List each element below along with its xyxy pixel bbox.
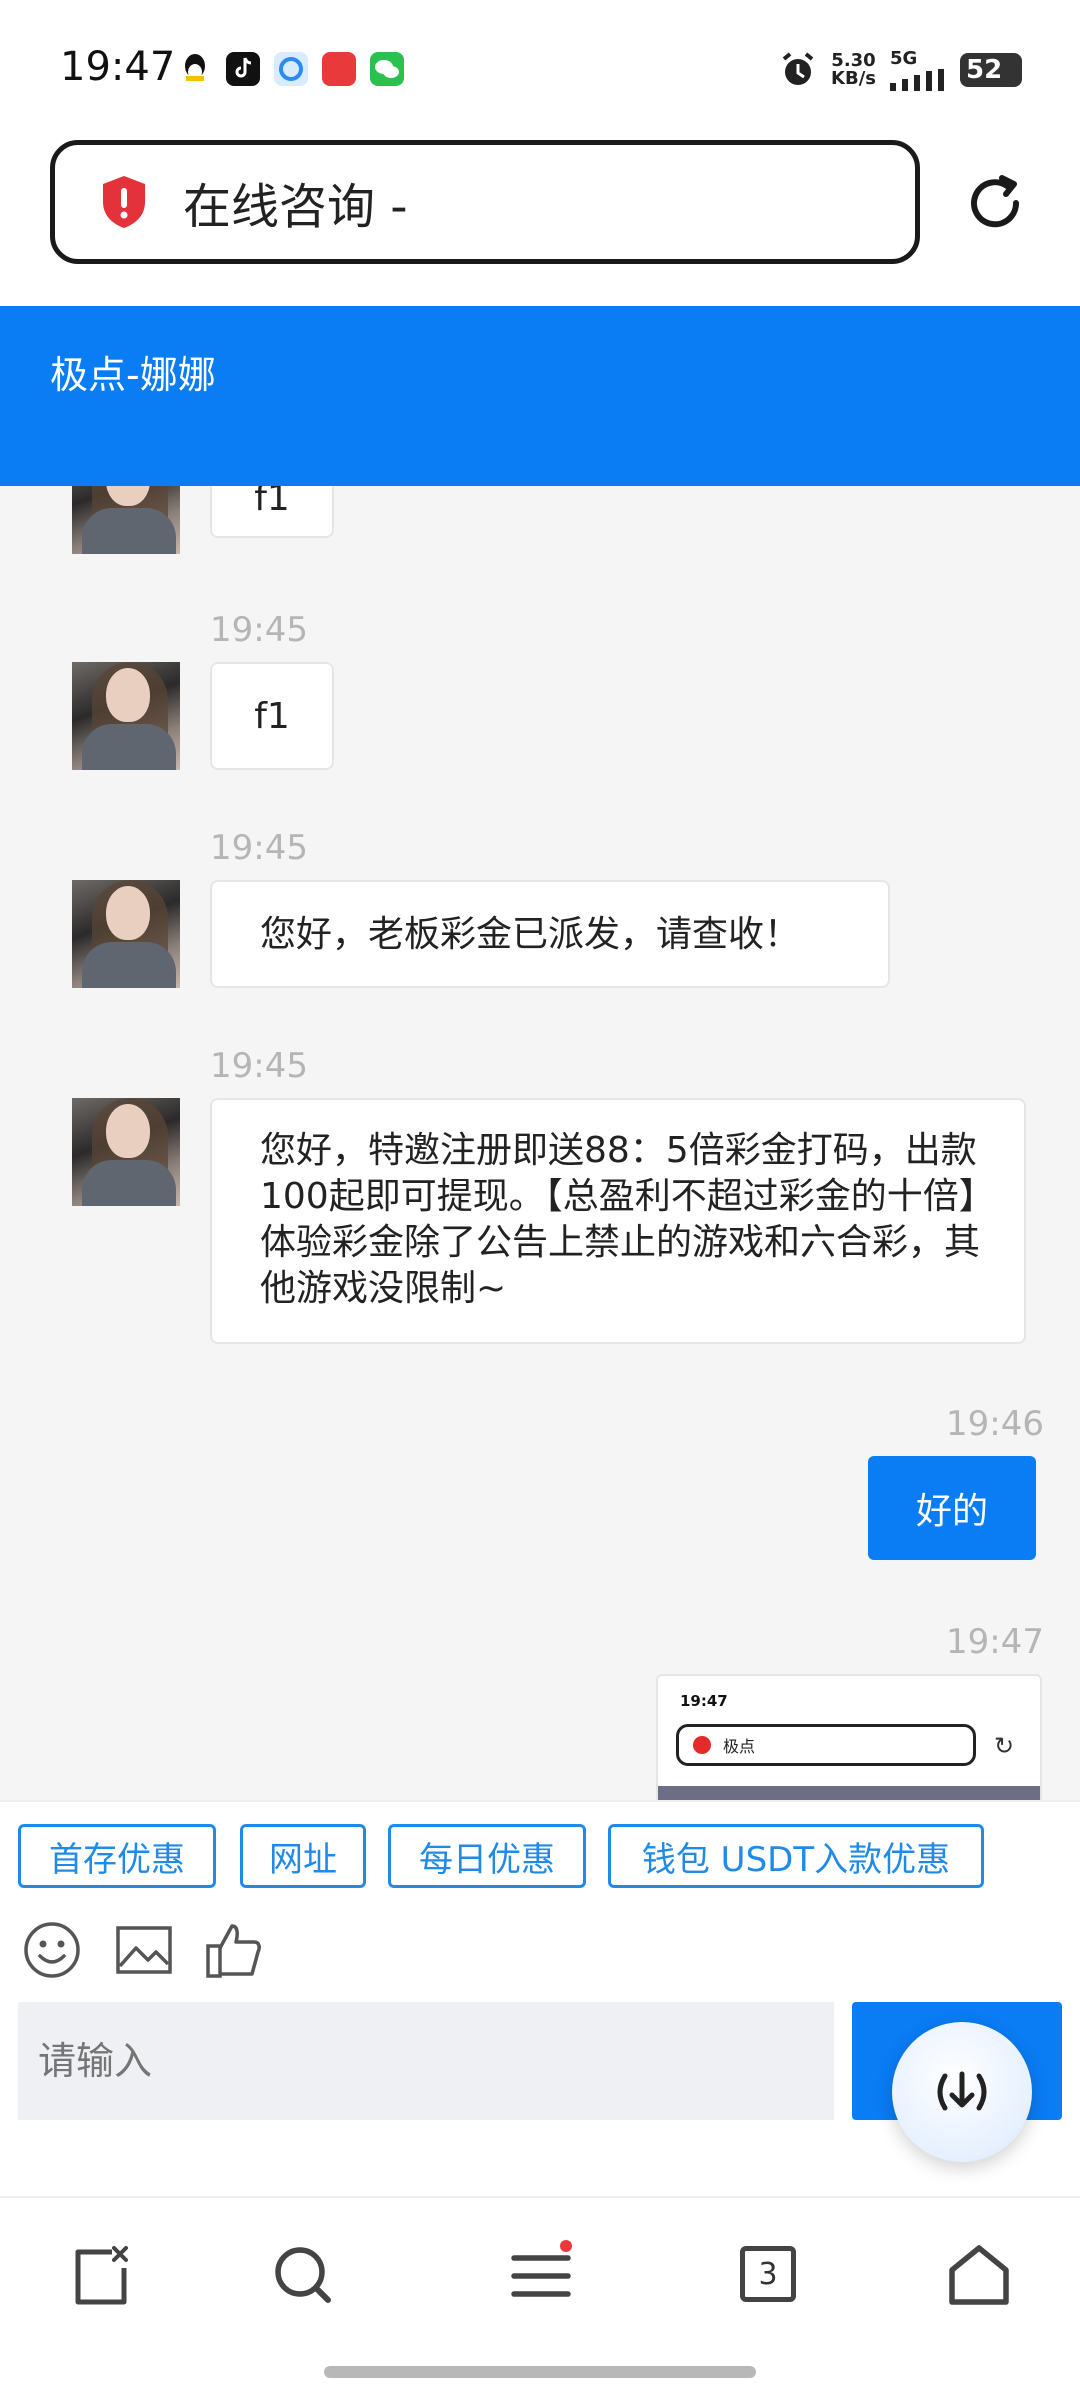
home-indicator[interactable] xyxy=(324,2366,756,2378)
screenshot-image-message[interactable]: 19:47 极点 ↻ xyxy=(656,1674,1042,1800)
home-icon[interactable] xyxy=(944,2240,1014,2310)
message-bubble: 您好，老板彩金已派发，请查收！ xyxy=(210,880,890,988)
message-input[interactable] xyxy=(18,2002,834,2120)
net-speed-unit: KB/s xyxy=(831,67,876,89)
input-tools xyxy=(0,1896,1080,2000)
chip-label: 首存优惠 xyxy=(49,1839,185,1880)
chip-label: 网址 xyxy=(269,1839,337,1880)
wechat-icon xyxy=(370,52,404,86)
network-type: 5G xyxy=(890,48,918,69)
close-page-icon[interactable] xyxy=(66,2240,136,2310)
news-app-icon xyxy=(322,52,356,86)
chip-label: 每日优惠 xyxy=(419,1839,555,1880)
signal-group: 5G xyxy=(890,48,946,91)
message-text: 您好，老板彩金已派发，请查收！ xyxy=(260,914,801,955)
tab-count: 3 xyxy=(758,2256,778,2292)
agent-avatar xyxy=(72,1098,180,1206)
preview-time: 19:47 xyxy=(680,1692,728,1710)
quick-reply-bar: 首存优惠 网址 每日优惠 钱包 USDT入款优惠 xyxy=(0,1800,1080,1898)
outgoing-message-bubble: 好的 xyxy=(868,1456,1036,1560)
message-time: 19:45 xyxy=(210,610,308,650)
preview-header xyxy=(658,1786,1040,1800)
agent-avatar xyxy=(72,486,180,554)
battery-level: 52 xyxy=(966,54,1003,85)
search-icon[interactable] xyxy=(268,2240,338,2310)
image-icon[interactable] xyxy=(114,1920,174,1980)
reload-icon[interactable] xyxy=(962,170,1028,236)
qq-icon xyxy=(178,52,212,86)
agent-avatar xyxy=(72,662,180,770)
message-time: 19:45 xyxy=(210,828,308,868)
floating-download-button[interactable] xyxy=(892,2022,1032,2162)
status-app-icons xyxy=(178,52,404,86)
signal-icon xyxy=(890,69,944,91)
net-speed-value: 5.30 xyxy=(831,49,876,71)
message-text: 好的 xyxy=(915,1491,988,1532)
message-bubble: f1 xyxy=(210,662,334,770)
net-speed: 5.30 KB/s xyxy=(831,49,876,89)
chat-messages[interactable]: f1 19:45 f1 19:45 您好，老板彩金已派发，请查收！ 19:45 … xyxy=(0,486,1080,1800)
status-bar: 19:47 5.30 KB/s 5G 52 xyxy=(0,0,1080,130)
chat-header: 极点-娜娜 xyxy=(0,306,1080,486)
browser-app-icon xyxy=(274,52,308,86)
message-time: 19:45 xyxy=(210,1046,308,1086)
menu-icon[interactable] xyxy=(506,2240,576,2310)
address-text: 在线咨询 - xyxy=(183,179,408,235)
preview-address-text: 极点 xyxy=(723,1737,756,1756)
message-time: 19:46 xyxy=(946,1404,1044,1444)
quick-reply-daily[interactable]: 每日优惠 xyxy=(388,1824,586,1888)
quick-reply-first-deposit[interactable]: 首存优惠 xyxy=(18,1824,216,1888)
quick-reply-usdt[interactable]: 钱包 USDT入款优惠 xyxy=(608,1824,984,1888)
message-time: 19:47 xyxy=(946,1622,1044,1662)
tiktok-icon xyxy=(226,52,260,86)
tabs-button[interactable]: 3 xyxy=(740,2246,796,2302)
download-signal-icon xyxy=(937,2071,987,2111)
agent-avatar xyxy=(72,880,180,988)
chat-title: 极点-娜娜 xyxy=(50,353,216,397)
address-bar[interactable]: 在线咨询 - xyxy=(50,140,920,264)
chip-label: 钱包 USDT入款优惠 xyxy=(641,1839,951,1880)
alarm-icon xyxy=(782,51,814,85)
status-time: 19:47 xyxy=(60,44,176,90)
shield-warning-icon xyxy=(103,176,145,228)
emoji-icon[interactable] xyxy=(22,1920,82,1980)
message-bubble: 您好，特邀注册即送88：5倍彩金打码，出款100起即可提现。【总盈利不超过彩金的… xyxy=(210,1098,1026,1344)
quick-reply-url[interactable]: 网址 xyxy=(240,1824,366,1888)
message-bubble: f1 xyxy=(210,486,334,538)
thumbs-up-icon[interactable] xyxy=(204,1920,264,1980)
message-text: 您好，特邀注册即送88：5倍彩金打码，出款100起即可提现。【总盈利不超过彩金的… xyxy=(260,1130,981,1309)
message-text: f1 xyxy=(254,486,290,519)
message-text: f1 xyxy=(254,696,290,737)
status-right: 5.30 KB/s 5G 52 xyxy=(779,48,1022,91)
preview-reload-icon: ↻ xyxy=(994,1732,1015,1760)
battery-icon: 52 xyxy=(960,52,1022,87)
preview-address-bar: 极点 xyxy=(676,1724,976,1766)
